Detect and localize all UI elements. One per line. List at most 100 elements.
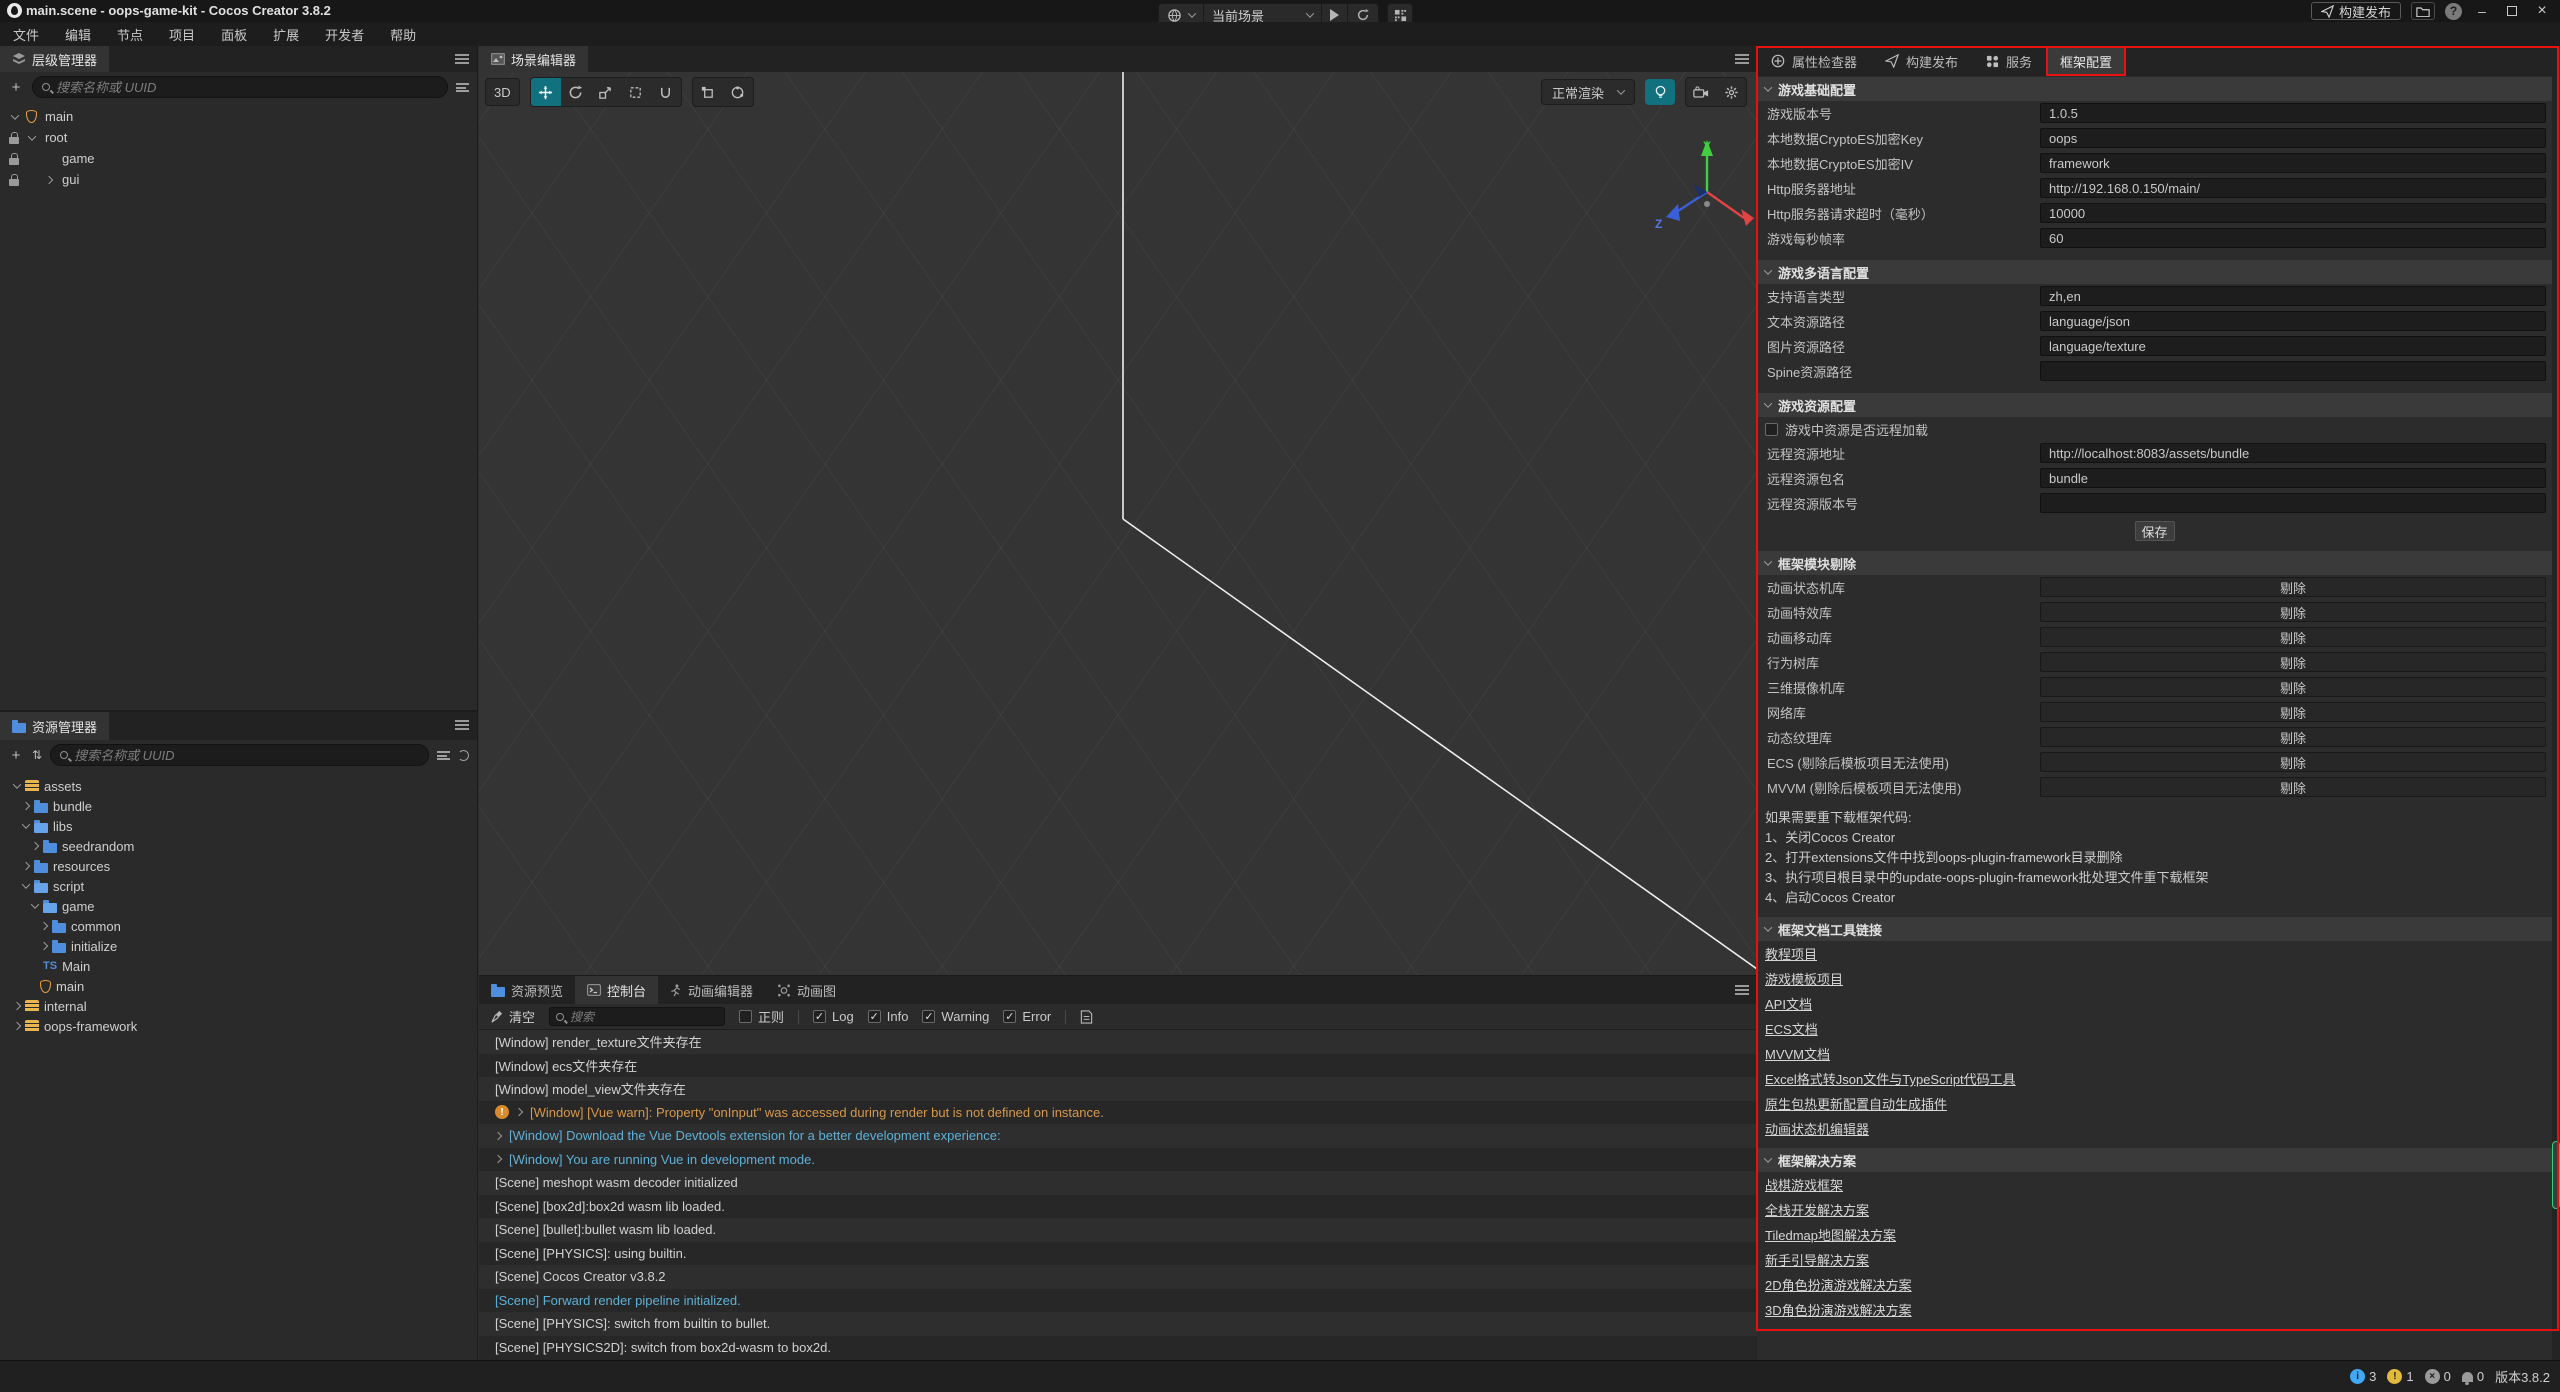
3d-mode-toggle[interactable]: 3D (485, 78, 520, 106)
texture-path-input[interactable]: language/texture (2040, 336, 2546, 356)
log-row-info[interactable]: [Window] You are running Vue in developm… (479, 1148, 1757, 1172)
remote-bundle-input[interactable]: bundle (2040, 468, 2546, 488)
link-3d-rpg[interactable]: 3D角色扮演游戏解决方案 (1757, 1297, 2552, 1322)
link-fullstack[interactable]: 全栈开发解决方案 (1757, 1197, 2552, 1222)
assets-search-input[interactable] (74, 748, 419, 763)
ui-transform-tool-button[interactable] (651, 78, 681, 106)
add-node-button[interactable]: + (8, 79, 24, 96)
chevron-right-icon[interactable] (21, 862, 29, 870)
scene-settings-button[interactable] (1716, 78, 1746, 106)
filter-icon[interactable] (456, 83, 469, 92)
move-tool-button[interactable] (531, 78, 561, 106)
tree-node-game[interactable]: game (0, 148, 477, 169)
remove-button[interactable]: 剔除 (2040, 777, 2546, 797)
game-version-input[interactable]: 1.0.5 (2040, 103, 2546, 123)
chevron-right-icon[interactable] (39, 942, 47, 950)
asset-main-ts[interactable]: TS Main (0, 956, 477, 976)
build-publish-button[interactable]: 构建发布 (2311, 2, 2401, 20)
maximize-button[interactable] (2502, 3, 2522, 19)
link-ecs-doc[interactable]: ECS文档 (1757, 1016, 2552, 1041)
log-row[interactable]: [Window] model_view文件夹存在 (479, 1077, 1757, 1101)
close-button[interactable]: × (2532, 2, 2552, 20)
menu-panel[interactable]: 面板 (208, 25, 260, 44)
chevron-down-icon[interactable] (30, 900, 38, 908)
sort-icon[interactable]: ⇅ (32, 748, 42, 762)
asset-libs[interactable]: libs (0, 816, 477, 836)
link-2d-rpg[interactable]: 2D角色扮演游戏解决方案 (1757, 1272, 2552, 1297)
asset-main-scene[interactable]: main (0, 976, 477, 996)
chevron-down-icon[interactable] (27, 132, 35, 140)
panel-menu-icon[interactable] (1735, 985, 1749, 995)
remove-button[interactable]: 剔除 (2040, 602, 2546, 622)
remote-version-input[interactable] (2040, 493, 2546, 513)
tab-build-publish[interactable]: 构建发布 (1871, 46, 1972, 76)
chevron-right-icon[interactable] (21, 802, 29, 810)
link-excel-tool[interactable]: Excel格式转Json文件与TypeScript代码工具 (1757, 1066, 2552, 1091)
error-count[interactable]: × 0 (2425, 1369, 2451, 1384)
notification-count[interactable]: 0 (2462, 1369, 2484, 1384)
log-row-warning[interactable]: ! [Window] [Vue warn]: Property "onInput… (479, 1101, 1757, 1125)
log-row-info[interactable]: [Window] Download the Vue Devtools exten… (479, 1124, 1757, 1148)
coordinate-space-button[interactable] (723, 78, 753, 106)
save-button[interactable]: 保存 (2135, 521, 2175, 541)
remove-button[interactable]: 剔除 (2040, 577, 2546, 597)
asset-game[interactable]: game (0, 896, 477, 916)
menu-edit[interactable]: 编辑 (52, 25, 104, 44)
link-template-project[interactable]: 游戏模板项目 (1757, 966, 2552, 991)
remove-button[interactable]: 剔除 (2040, 752, 2546, 772)
section-module-trim[interactable]: 框架模块剔除 (1757, 551, 2552, 575)
link-api-doc[interactable]: API文档 (1757, 991, 2552, 1016)
remove-button[interactable]: 剔除 (2040, 652, 2546, 672)
asset-script[interactable]: script (0, 876, 477, 896)
filter-error-checkbox[interactable]: Error (1003, 1009, 1051, 1024)
asset-common[interactable]: common (0, 916, 477, 936)
asset-bundle[interactable]: bundle (0, 796, 477, 816)
chevron-down-icon[interactable] (21, 820, 29, 828)
asset-initialize[interactable]: initialize (0, 936, 477, 956)
panel-menu-icon[interactable] (455, 54, 469, 64)
tab-property-inspector[interactable]: 属性检查器 (1757, 46, 1871, 76)
log-row[interactable]: [Scene] meshopt wasm decoder initialized (479, 1171, 1757, 1195)
lock-icon[interactable] (9, 174, 20, 186)
axis-gizmo[interactable]: Y X Z (1647, 134, 1757, 238)
pivot-toggle-button[interactable] (693, 78, 723, 106)
lighting-toggle-button[interactable] (1645, 79, 1675, 105)
chevron-down-icon[interactable] (10, 111, 18, 119)
log-file-icon[interactable] (1080, 1010, 1093, 1024)
menu-help[interactable]: 帮助 (377, 25, 429, 44)
panel-menu-icon[interactable] (1735, 54, 1749, 64)
console-search-input[interactable] (570, 1010, 718, 1024)
languages-input[interactable]: zh,en (2040, 286, 2546, 306)
chevron-right-icon[interactable] (515, 1108, 523, 1116)
text-path-input[interactable]: language/json (2040, 311, 2546, 331)
add-asset-button[interactable]: + (8, 747, 24, 764)
chevron-right-icon[interactable] (30, 842, 38, 850)
scrollbar[interactable] (2552, 76, 2560, 1360)
menu-project[interactable]: 项目 (156, 25, 208, 44)
link-guide[interactable]: 新手引导解决方案 (1757, 1247, 2552, 1272)
scene-viewport[interactable]: Y X Z 3D (479, 72, 1757, 975)
menu-extension[interactable]: 扩展 (260, 25, 312, 44)
section-basic-config[interactable]: 游戏基础配置 (1757, 77, 2552, 101)
chevron-right-icon[interactable] (44, 175, 52, 183)
tab-scene-editor[interactable]: 场景编辑器 (479, 46, 588, 72)
tab-asset-preview[interactable]: 资源预览 (479, 976, 575, 1004)
link-tutorial-project[interactable]: 教程项目 (1757, 941, 2552, 966)
warning-count[interactable]: ! 1 (2387, 1369, 2413, 1384)
http-server-input[interactable]: http://192.168.0.150/main/ (2040, 178, 2546, 198)
menu-developer[interactable]: 开发者 (312, 25, 377, 44)
log-row[interactable]: [Scene] Cocos Creator v3.8.2 (479, 1265, 1757, 1289)
tab-animation-graph[interactable]: 动画图 (765, 976, 848, 1004)
filter-warning-checkbox[interactable]: Warning (922, 1009, 989, 1024)
chevron-down-icon[interactable] (12, 780, 20, 788)
link-war-chess[interactable]: 战棋游戏框架 (1757, 1172, 2552, 1197)
log-row[interactable]: [Scene] [bullet]:bullet wasm lib loaded. (479, 1218, 1757, 1242)
link-tiledmap[interactable]: Tiledmap地图解决方案 (1757, 1222, 2552, 1247)
link-anim-state-editor[interactable]: 动画状态机编辑器 (1757, 1116, 2552, 1141)
log-row[interactable]: [Scene] [PHYSICS]: switch from builtin t… (479, 1312, 1757, 1336)
camera-preview-button[interactable] (1686, 78, 1716, 106)
remove-button[interactable]: 剔除 (2040, 627, 2546, 647)
regex-checkbox[interactable]: 正则 (739, 1007, 784, 1026)
asset-internal[interactable]: internal (0, 996, 477, 1016)
filter-info-checkbox[interactable]: Info (868, 1009, 909, 1024)
